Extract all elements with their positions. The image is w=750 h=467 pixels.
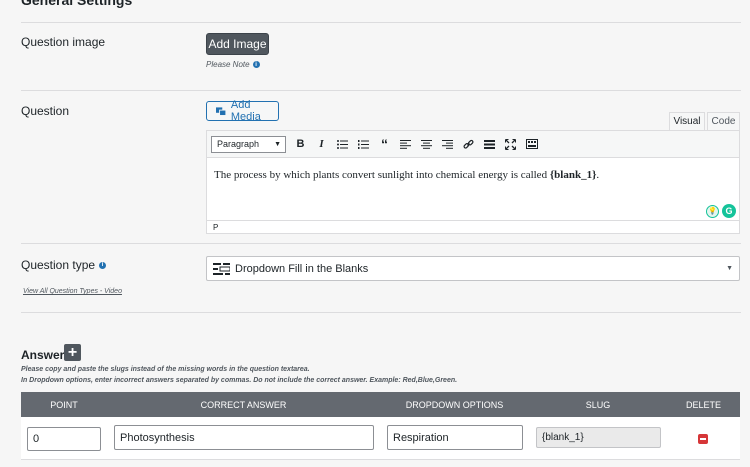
align-left-icon[interactable] bbox=[395, 134, 416, 154]
column-header: POINT bbox=[50, 399, 78, 410]
editor-statusbar: P bbox=[207, 220, 739, 233]
format-select[interactable]: Paragraph ▼ bbox=[211, 135, 286, 153]
question-type-row-label: Question type i bbox=[21, 258, 107, 272]
toolbar-toggle-icon[interactable] bbox=[521, 134, 542, 154]
tab-code[interactable]: Code bbox=[707, 112, 740, 131]
please-note[interactable]: Please Note i bbox=[206, 60, 260, 69]
question-content[interactable]: The process by which plants convert sunl… bbox=[214, 169, 599, 181]
section-title: General Settings bbox=[21, 0, 133, 8]
add-media-button[interactable]: Add Media bbox=[206, 99, 279, 123]
chevron-down-icon: ▼ bbox=[726, 265, 733, 272]
divider bbox=[21, 90, 741, 91]
answer-help-2: In Dropdown options, enter incorrect ans… bbox=[21, 377, 458, 384]
question-type-select[interactable]: Dropdown Fill in the Blanks ▼ bbox=[206, 256, 740, 281]
editor-toolbar: Paragraph ▼ B I “ bbox=[207, 131, 739, 158]
table-row: 0 Photosynthesis Respiration {blank_1} bbox=[21, 417, 740, 460]
question-editor[interactable]: Paragraph ▼ B I “ The process by which p… bbox=[206, 130, 740, 234]
add-media-label: Add Media bbox=[230, 99, 261, 123]
align-right-icon[interactable] bbox=[437, 134, 458, 154]
divider bbox=[21, 312, 741, 313]
chevron-down-icon: ▼ bbox=[274, 140, 281, 148]
question-image-label: Question image bbox=[21, 35, 106, 49]
tab-visual[interactable]: Visual bbox=[669, 112, 705, 131]
divider bbox=[21, 243, 741, 244]
question-type-label: Question type bbox=[21, 258, 96, 272]
info-icon[interactable]: i bbox=[99, 261, 107, 269]
info-icon[interactable]: i bbox=[252, 61, 260, 68]
plus-icon: + bbox=[67, 343, 78, 361]
answer-label: Answer bbox=[21, 348, 65, 362]
add-answer-button[interactable]: + bbox=[64, 344, 81, 361]
delete-icon[interactable] bbox=[698, 434, 708, 444]
bold-icon[interactable]: B bbox=[290, 134, 311, 154]
general-settings-panel: General Settings Question image Add Imag… bbox=[0, 0, 750, 467]
media-icon bbox=[216, 107, 226, 116]
format-select-value: Paragraph bbox=[217, 139, 260, 149]
blank-slug: {blank_1} bbox=[549, 169, 597, 181]
grammarly-widget[interactable]: 💡 G bbox=[706, 204, 736, 218]
link-icon[interactable] bbox=[458, 134, 479, 154]
question-label: Question bbox=[21, 104, 70, 118]
question-text: The process by which plants convert sunl… bbox=[214, 169, 550, 181]
please-note-label: Please Note bbox=[206, 60, 250, 69]
numbered-list-icon[interactable] bbox=[353, 134, 374, 154]
align-center-icon[interactable] bbox=[416, 134, 437, 154]
correct-answer-input[interactable]: Photosynthesis bbox=[114, 425, 374, 450]
element-path[interactable]: P bbox=[213, 223, 218, 232]
fullscreen-icon[interactable] bbox=[500, 134, 521, 154]
slug-field[interactable]: {blank_1} bbox=[536, 427, 661, 448]
question-text-end: . bbox=[596, 169, 600, 181]
column-header: DELETE bbox=[685, 399, 721, 410]
divider bbox=[21, 22, 741, 23]
video-link[interactable]: View All Question Types - Video bbox=[23, 288, 122, 295]
question-type-value: Dropdown Fill in the Blanks bbox=[235, 262, 369, 275]
add-image-button[interactable]: Add Image bbox=[206, 33, 269, 55]
italic-icon[interactable]: I bbox=[311, 134, 332, 154]
answer-table-header: POINT CORRECT ANSWER DROPDOWN OPTIONS SL… bbox=[21, 392, 740, 417]
blockquote-icon[interactable]: “ bbox=[374, 134, 395, 154]
grammarly-icon[interactable]: G bbox=[722, 204, 736, 218]
point-input[interactable]: 0 bbox=[27, 427, 101, 451]
dropdown-type-icon bbox=[213, 262, 230, 275]
horizontal-rule-icon[interactable] bbox=[479, 134, 500, 154]
dropdown-options-input[interactable]: Respiration bbox=[387, 425, 523, 450]
column-header: DROPDOWN OPTIONS bbox=[405, 399, 504, 410]
bullet-list-icon[interactable] bbox=[332, 134, 353, 154]
column-header: SLUG bbox=[585, 399, 611, 410]
column-header: CORRECT ANSWER bbox=[200, 399, 287, 410]
answer-help-1: Please copy and paste the slugs instead … bbox=[21, 366, 310, 373]
lightbulb-icon[interactable]: 💡 bbox=[706, 204, 719, 218]
